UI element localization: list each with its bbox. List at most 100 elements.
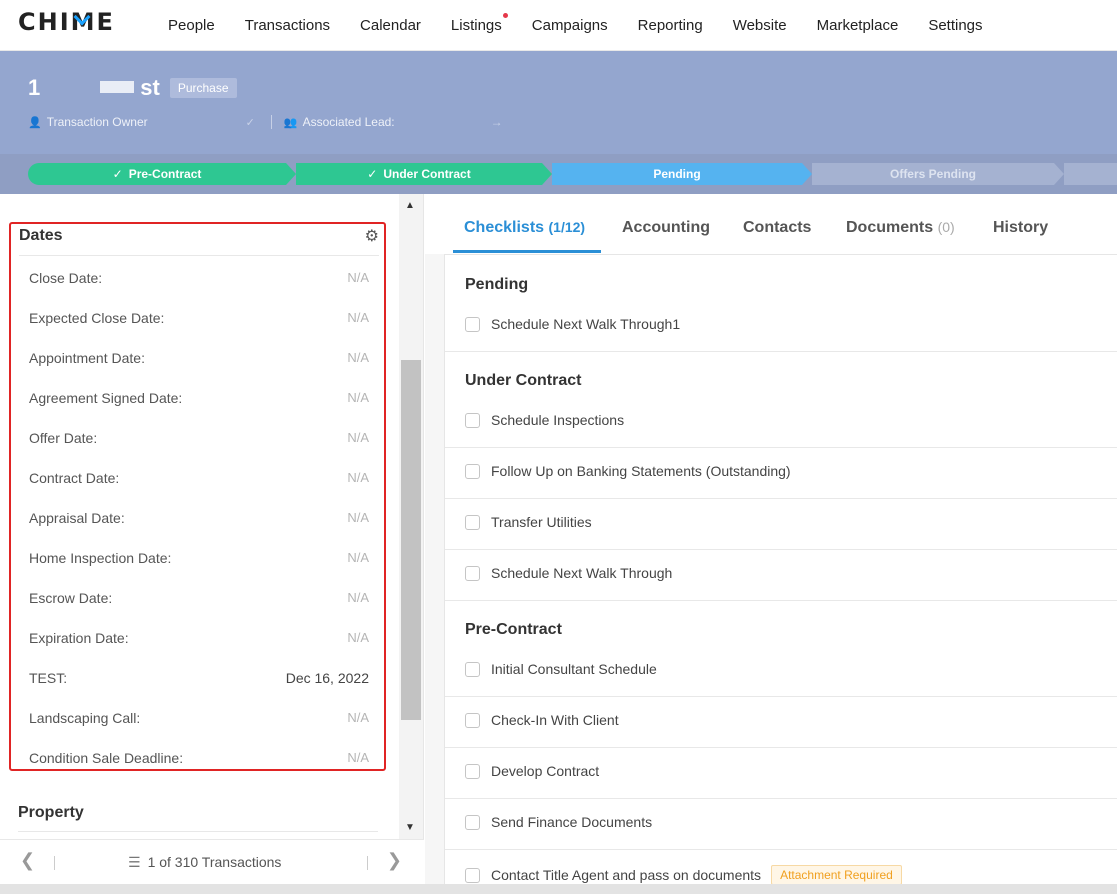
pager-count: 1 of 310 Transactions [147,854,282,870]
gear-icon[interactable]: ⚙ [365,226,379,246]
nav-item-reporting[interactable]: Reporting [623,17,718,34]
checkbox[interactable] [465,867,480,883]
checkbox[interactable] [465,712,480,728]
step-next[interactable] [1064,163,1117,185]
tab-label: Checklists [464,219,545,236]
scroll-down-icon[interactable]: ▼ [405,822,415,833]
nav-item-campaigns[interactable]: Campaigns [517,17,623,34]
checkbox[interactable] [465,514,480,530]
date-value[interactable]: N/A [347,310,369,325]
date-value[interactable]: N/A [347,510,369,525]
users-icon: 👥 [283,116,298,129]
transaction-title: 1 st Purchase [28,75,237,101]
tab-checklists[interactable]: Checklists (1/12) [464,219,585,237]
checklist-item[interactable]: Initial Consultant Schedule [465,661,657,677]
date-label: TEST: [29,670,68,686]
date-value[interactable]: N/A [347,350,369,365]
checklist-item-label: Contact Title Agent and pass on document… [491,867,762,883]
checklist-item[interactable]: Schedule Inspections [465,412,624,428]
date-value[interactable]: N/A [347,470,369,485]
checkbox[interactable] [465,463,480,479]
checklist-item[interactable]: Transfer Utilities [465,514,592,530]
date-value[interactable]: N/A [347,710,369,725]
divider [445,498,1117,499]
checklist-item[interactable]: Check-In With Client [465,712,619,728]
transaction-pager: ❮ ☰ 1 of 310 Transactions ❯ [0,839,424,884]
pager-text[interactable]: ☰ 1 of 310 Transactions [128,854,281,871]
checklist-item[interactable]: Develop Contract [465,763,599,779]
tab-label: Documents [846,219,934,236]
section-title-under-contract: Under Contract [465,372,582,389]
step-pending[interactable]: Pending [552,163,812,185]
checklist-item[interactable]: Contact Title Agent and pass on document… [465,865,902,885]
step-arrow [1054,163,1064,185]
nav-item-listings[interactable]: Listings [436,12,517,34]
tab-history[interactable]: History [993,219,1048,237]
nav-item-transactions[interactable]: Transactions [230,17,345,34]
date-value[interactable]: N/A [347,270,369,285]
chime-logo[interactable]: CHIME [18,8,115,36]
scrollbar-thumb[interactable] [401,360,421,720]
tab-contacts[interactable]: Contacts [743,219,811,237]
tab-accounting[interactable]: Accounting [622,219,710,237]
property-section-title: Property [18,804,378,832]
checkbox[interactable] [465,412,480,428]
checklist-item-label: Schedule Next Walk Through [491,565,673,581]
left-scrollbar[interactable]: ▲ ▼ [399,194,423,839]
step-label: Pending [653,167,701,181]
date-value[interactable]: N/A [347,430,369,445]
checkbox[interactable] [465,316,480,332]
checklist-item[interactable]: Schedule Next Walk Through1 [465,316,680,332]
divider [445,600,1117,601]
checklists-card: Pending Schedule Next Walk Through1 Unde… [444,254,1117,894]
checklist-item[interactable]: Schedule Next Walk Through [465,565,672,581]
date-value[interactable]: N/A [347,390,369,405]
date-value[interactable]: N/A [347,590,369,605]
nav-item-settings[interactable]: Settings [913,17,997,34]
scroll-up-icon[interactable]: ▲ [405,200,415,211]
date-value[interactable]: Dec 16, 2022 [286,670,369,686]
step-under-contract[interactable]: ✓ Under Contract [296,163,552,185]
step-offers-pending[interactable]: Offers Pending [812,163,1064,185]
next-transaction-icon[interactable]: ❯ [387,850,402,871]
nav-item-website[interactable]: Website [718,17,802,34]
pager-divider [367,856,368,870]
date-label: Appointment Date: [29,350,145,366]
nav-item-marketplace[interactable]: Marketplace [802,17,914,34]
checkbox[interactable] [465,661,480,677]
step-label: Pre-Contract [128,167,202,181]
date-row: Appraisal Date: N/A [29,510,369,530]
checklist-item-label: Check-In With Client [491,712,619,728]
transaction-owner-label[interactable]: Transaction Owner [47,115,148,129]
tab-label: Accounting [622,219,710,236]
date-row: Landscaping Call: N/A [29,710,369,730]
tab-documents[interactable]: Documents (0) [846,219,955,237]
date-value[interactable]: N/A [347,750,369,765]
divider [445,696,1117,697]
checkbox[interactable] [465,763,480,779]
active-tab-indicator [453,250,601,253]
step-pre-contract[interactable]: ✓ Pre-Contract [28,163,296,185]
checkbox[interactable] [465,565,480,581]
dates-title: Dates [19,227,63,244]
nav-item-calendar[interactable]: Calendar [345,17,436,34]
checklist-item[interactable]: Follow Up on Banking Statements (Outstan… [465,463,791,479]
owner-edit-icon[interactable]: ✓ [246,116,255,129]
nav-item-people[interactable]: People [153,17,230,34]
nav-menu: People Transactions Calendar Listings Ca… [153,0,998,50]
date-value[interactable]: N/A [347,550,369,565]
date-value[interactable]: N/A [347,630,369,645]
checklist-item-label: Follow Up on Banking Statements (Outstan… [491,463,791,479]
date-row: Home Inspection Date: N/A [29,550,369,570]
date-label: Landscaping Call: [29,710,141,726]
associated-lead-label[interactable]: Associated Lead: [303,115,395,129]
prev-transaction-icon[interactable]: ❮ [20,850,35,871]
lead-arrow-icon[interactable]: → [491,115,503,129]
divider [445,798,1117,799]
right-panel: Checklists (1/12) Accounting Contacts Do… [425,194,1117,894]
date-label: Close Date: [29,270,103,286]
checklist-item[interactable]: Send Finance Documents [465,814,652,830]
checkbox[interactable] [465,814,480,830]
top-navigation: CHIME People Transactions Calendar Listi… [0,0,1117,51]
divider [445,747,1117,748]
